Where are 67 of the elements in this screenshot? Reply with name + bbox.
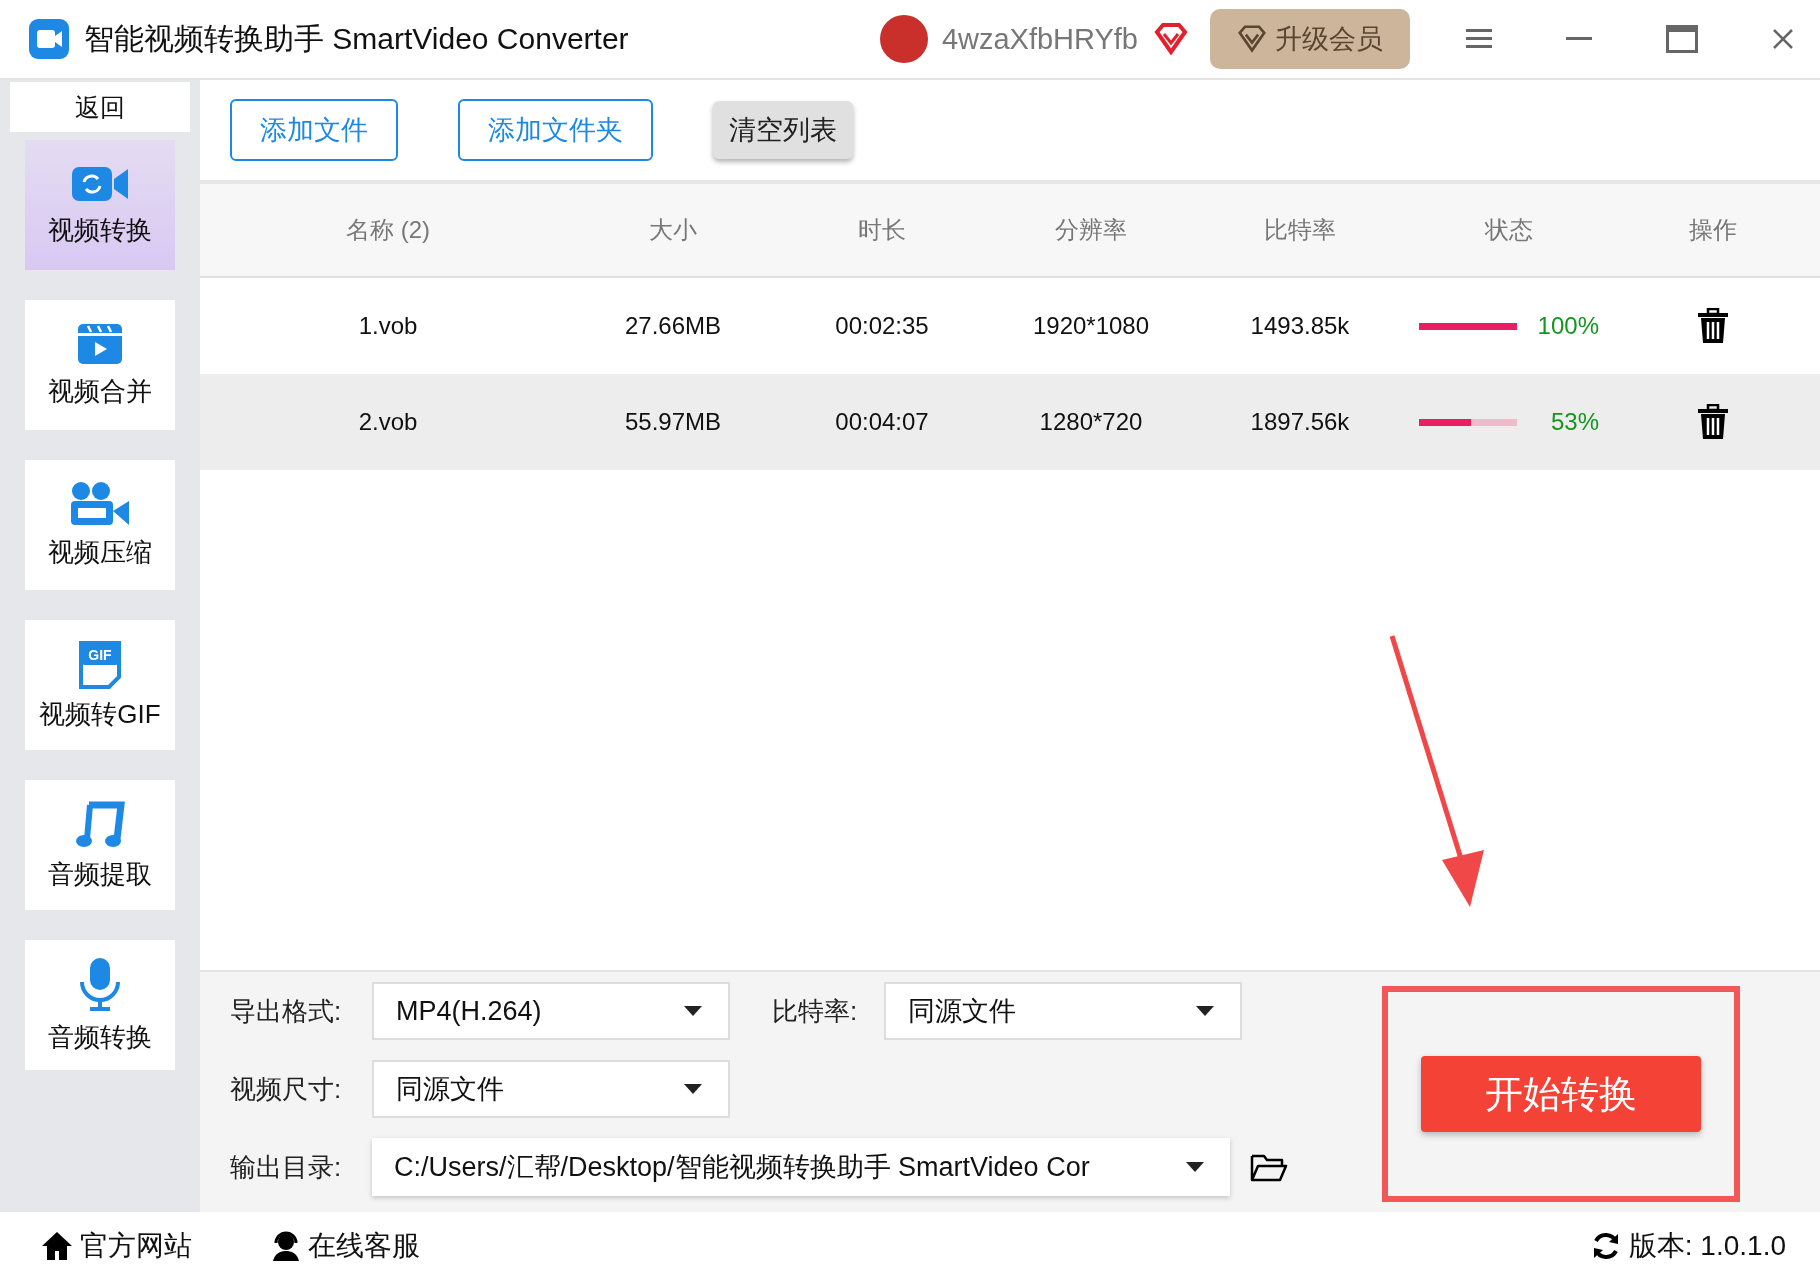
- sidebar-item[interactable]: 视频合并: [25, 300, 175, 430]
- back-button[interactable]: 返回: [10, 82, 190, 132]
- headset-person-icon: [270, 1230, 302, 1262]
- dropdown[interactable]: MP4(H.264): [372, 982, 730, 1040]
- progress-percent: 53%: [1549, 408, 1599, 436]
- field-label: 比特率:: [772, 994, 859, 1028]
- column-header: 时长: [858, 215, 906, 245]
- upgrade-button[interactable]: 升级会员: [1210, 9, 1410, 69]
- diamond-icon: [1237, 25, 1267, 53]
- user-name: 4wzaXfbHRYfb: [941, 22, 1138, 56]
- sidebar-item[interactable]: 音频提取: [25, 780, 175, 910]
- home-icon: [40, 1230, 74, 1262]
- sidebar-item[interactable]: 视频压缩: [25, 460, 175, 590]
- menu-icon[interactable]: [1466, 28, 1492, 50]
- sidebar-item[interactable]: 音频转换: [25, 940, 175, 1070]
- version-text: 版本: 1.0.1.0: [1628, 1229, 1786, 1263]
- table-cell: 1493.85k: [1250, 312, 1350, 340]
- dropdown[interactable]: 同源文件: [372, 1060, 730, 1118]
- column-header: 比特率: [1264, 215, 1336, 245]
- close-icon[interactable]: [1772, 28, 1794, 50]
- toolbar-button[interactable]: 添加文件夹: [458, 99, 653, 161]
- start-button[interactable]: 开始转换: [1421, 1056, 1701, 1132]
- column-header: 状态: [1485, 215, 1533, 245]
- field-label: 输出目录:: [230, 1150, 343, 1184]
- movie-camera-icon: [69, 480, 131, 527]
- footer-link[interactable]: 官方网站: [40, 1227, 192, 1265]
- sidebar-item[interactable]: 视频转换: [25, 140, 175, 270]
- window-title: 智能视频转换助手 SmartVideo Converter: [84, 20, 629, 57]
- dropdown[interactable]: C:/Users/汇帮/Desktop/智能视频转换助手 SmartVideo Cor: [372, 1138, 1230, 1196]
- table-cell: 2.vob: [358, 408, 418, 436]
- table-cell: 00:02:35: [835, 312, 929, 340]
- table-cell: 1.vob: [358, 312, 418, 340]
- minimize-icon[interactable]: [1566, 37, 1592, 41]
- folder-icon[interactable]: [1250, 1152, 1288, 1182]
- dropdown[interactable]: 同源文件: [884, 982, 1242, 1040]
- maximize-icon[interactable]: [1666, 25, 1698, 53]
- sidebar-item[interactable]: GIF 视频转GIF: [25, 620, 175, 750]
- gif-file-icon: GIF: [77, 638, 123, 689]
- table-row[interactable]: 1.vob 27.66MB 00:02:35 1920*1080 1493.85k 100%: [200, 278, 1820, 374]
- clapperboard-icon: [76, 321, 124, 366]
- toolbar-button[interactable]: 添加文件: [230, 99, 398, 161]
- table-cell: 55.97MB: [624, 408, 722, 436]
- toolbar-button[interactable]: 清空列表: [713, 101, 853, 159]
- table-row[interactable]: 2.vob 55.97MB 00:04:07 1280*720 1897.56k 53%: [200, 374, 1820, 470]
- trash-icon[interactable]: [1698, 404, 1728, 440]
- field-label: 视频尺寸:: [230, 1072, 343, 1106]
- dropdown-caret-icon: [684, 1006, 702, 1016]
- table-cell: 1920*1080: [1032, 312, 1150, 340]
- column-header: 分辨率: [1055, 215, 1127, 245]
- footer-link[interactable]: 在线客服: [270, 1227, 420, 1265]
- dropdown-caret-icon: [1196, 1006, 1214, 1016]
- table-cell: 27.66MB: [624, 312, 722, 340]
- trash-icon[interactable]: [1698, 308, 1728, 344]
- avatar[interactable]: [879, 15, 928, 63]
- table-cell: 1280*720: [1039, 408, 1143, 436]
- dropdown-caret-icon: [684, 1084, 702, 1094]
- table-cell: 1897.56k: [1250, 408, 1350, 436]
- diamond-icon: [1154, 23, 1188, 55]
- progress-percent: 100%: [1536, 312, 1599, 340]
- column-header: 名称 (2): [346, 215, 430, 245]
- table-cell: 00:04:07: [835, 408, 929, 436]
- dropdown-caret-icon: [1186, 1162, 1204, 1172]
- field-label: 导出格式:: [230, 994, 343, 1028]
- column-header: 大小: [649, 215, 697, 245]
- app-logo-icon: [28, 18, 70, 60]
- microphone-icon: [78, 955, 122, 1012]
- column-header: 操作: [1689, 215, 1737, 245]
